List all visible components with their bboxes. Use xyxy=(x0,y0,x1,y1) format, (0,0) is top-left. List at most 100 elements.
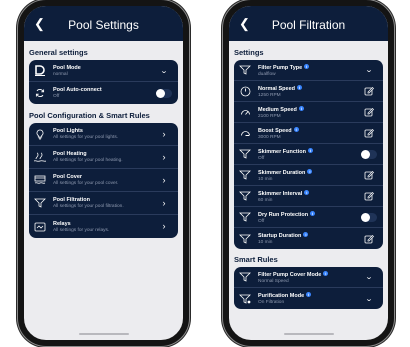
heating-icon xyxy=(32,152,48,162)
header: ❮ Pool Settings xyxy=(24,6,183,41)
filter-icon xyxy=(32,198,48,208)
filter-icon xyxy=(237,149,253,159)
smart-rules-card: Filter Pump Cover Mode i Normal Speed ⌄ Pu… xyxy=(234,267,383,309)
row-skimmer-duration: Skimmer Duration i 10 min xyxy=(234,165,383,186)
info-icon[interactable]: i xyxy=(298,105,304,111)
chevron-right-icon: › xyxy=(162,151,166,162)
edit-icon[interactable] xyxy=(359,86,379,96)
dry-run-protection-toggle[interactable] xyxy=(361,212,377,222)
chevron-right-icon: › xyxy=(162,174,166,185)
skimmer-duration-value: 10 min xyxy=(258,176,273,182)
pool-mode-label: Pool Mode xyxy=(53,64,81,71)
info-icon[interactable]: i xyxy=(293,126,299,132)
row-medium-speed: Medium Speed i 2100 RPM xyxy=(234,102,383,123)
purification-mode-label: Purification Mode xyxy=(258,293,305,299)
row-pool-lights[interactable]: Pool Lights All settings for your pool l… xyxy=(29,123,178,146)
filter-pump-cover-mode-label: Filter Pump Cover Mode xyxy=(258,271,322,278)
filter-pump-type-label: Filter Pump Type xyxy=(258,64,303,71)
startup-duration-value: 10 min xyxy=(258,240,273,245)
info-icon[interactable]: i xyxy=(306,292,312,297)
page-title: Pool Settings xyxy=(68,17,139,32)
pool-auto-connect-toggle[interactable] xyxy=(156,88,172,98)
info-icon[interactable]: i xyxy=(307,168,313,174)
row-pool-heating[interactable]: Pool Heating All settings for your pool … xyxy=(29,146,178,169)
row-boost-speed: Boost Speed i 3000 RPM xyxy=(234,123,383,144)
row-dry-run-protection: Dry Run Protection i Off xyxy=(234,207,383,228)
header: ❮ Pool Filtration xyxy=(229,6,388,41)
gauge-high-icon xyxy=(237,128,253,139)
section-title-pool-configuration: Pool Configuration & Smart Rules xyxy=(29,111,150,120)
row-skimmer-function: Skimmer Function i Off xyxy=(234,144,383,165)
pool-heating-label: Pool Heating xyxy=(53,151,87,157)
row-pool-auto-connect: Pool Auto-connect Off xyxy=(29,82,178,104)
sync-icon xyxy=(32,88,48,98)
filter-icon xyxy=(237,170,253,180)
edit-icon[interactable] xyxy=(359,107,379,117)
home-indicator xyxy=(283,333,334,335)
chevron-right-icon: › xyxy=(162,197,166,208)
purification-mode-value: On Filtration xyxy=(258,300,285,305)
pool-cover-description: All settings for your pool cover. xyxy=(53,181,119,186)
row-skimmer-interval: Skimmer Interval i 60 min xyxy=(234,186,383,207)
row-startup-duration: Startup Duration i 10 min xyxy=(234,228,383,249)
pool-mode-logo-icon xyxy=(32,65,48,76)
pool-cover-label: Pool Cover xyxy=(53,174,83,180)
row-purification-mode[interactable]: Purification Mode i On Filtration ⌄ xyxy=(234,288,383,309)
row-relays[interactable]: Relays All settings for your relays. › xyxy=(29,215,178,238)
skimmer-function-toggle[interactable] xyxy=(361,149,377,159)
row-filter-pump-type[interactable]: Filter Pump Type i dualflow ⌄ xyxy=(234,60,383,81)
normal-speed-label: Normal Speed xyxy=(258,85,295,92)
pool-lights-label: Pool Lights xyxy=(53,128,83,134)
info-icon[interactable]: i xyxy=(307,147,313,153)
dry-run-protection-value: Off xyxy=(258,218,265,224)
filter-icon xyxy=(237,212,253,222)
skimmer-function-value: Off xyxy=(258,155,265,161)
section-title-settings: Settings xyxy=(234,48,264,57)
normal-speed-value: 1250 RPM xyxy=(258,92,281,98)
pool-filtration-label: Pool Filtration xyxy=(53,197,90,203)
skimmer-interval-label: Skimmer Interval xyxy=(258,190,303,197)
edit-icon[interactable] xyxy=(359,191,379,201)
gauge-medium-icon xyxy=(237,107,253,118)
pool-filtration-description: All settings for your pool filtration. xyxy=(53,204,124,209)
back-button[interactable]: ❮ xyxy=(34,17,45,30)
info-icon[interactable]: i xyxy=(303,232,309,237)
settings-card: Filter Pump Type i dualflow ⌄ Normal Speed… xyxy=(234,60,383,249)
relays-description: All settings for your relays. xyxy=(53,227,110,233)
pool-cover-icon xyxy=(32,175,48,185)
medium-speed-value: 2100 RPM xyxy=(258,113,281,119)
section-title-smart-rules: Smart Rules xyxy=(234,255,278,264)
dry-run-protection-label: Dry Run Protection xyxy=(258,211,309,218)
pool-mode-value: normal xyxy=(53,71,68,77)
row-pool-cover[interactable]: Pool Cover All settings for your pool co… xyxy=(29,169,178,192)
filter-icon xyxy=(237,272,253,282)
row-pool-filtration[interactable]: Pool Filtration All settings for your po… xyxy=(29,192,178,215)
chevron-down-icon[interactable]: ⌄ xyxy=(365,273,373,281)
medium-speed-label: Medium Speed xyxy=(258,106,297,113)
phone-pool-filtration: ❮ Pool Filtration Settings Filter Pump T… xyxy=(223,0,394,346)
chevron-down-icon[interactable]: ⌄ xyxy=(365,295,373,303)
edit-icon[interactable] xyxy=(359,170,379,180)
chevron-down-icon[interactable]: ⌄ xyxy=(160,67,168,75)
row-normal-speed: Normal Speed i 1250 RPM xyxy=(234,81,383,102)
filter-icon xyxy=(237,65,253,75)
skimmer-duration-label: Skimmer Duration xyxy=(258,169,306,176)
back-button[interactable]: ❮ xyxy=(239,17,250,30)
edit-icon[interactable] xyxy=(359,234,379,244)
edit-icon[interactable] xyxy=(359,128,379,138)
page-title: Pool Filtration xyxy=(271,17,346,32)
lightbulb-icon xyxy=(32,129,48,140)
general-settings-card: Pool Mode normal ⌄ Pool Auto-connect Off xyxy=(29,60,178,104)
info-icon[interactable]: i xyxy=(296,84,302,90)
info-icon[interactable]: i xyxy=(304,63,310,69)
row-filter-pump-cover-mode[interactable]: Filter Pump Cover Mode i Normal Speed ⌄ xyxy=(234,267,383,288)
pool-configuration-card: Pool Lights All settings for your pool l… xyxy=(29,123,178,238)
info-icon[interactable]: i xyxy=(304,189,310,195)
filter-pump-cover-mode-value: Normal Speed xyxy=(258,278,289,284)
chevron-down-icon[interactable]: ⌄ xyxy=(365,66,373,74)
info-icon[interactable]: i xyxy=(323,270,329,276)
chevron-right-icon: › xyxy=(162,128,166,139)
row-pool-mode[interactable]: Pool Mode normal ⌄ xyxy=(29,60,178,82)
pool-heating-description: All settings for your pool heating. xyxy=(53,158,123,163)
info-icon[interactable]: i xyxy=(310,210,316,216)
